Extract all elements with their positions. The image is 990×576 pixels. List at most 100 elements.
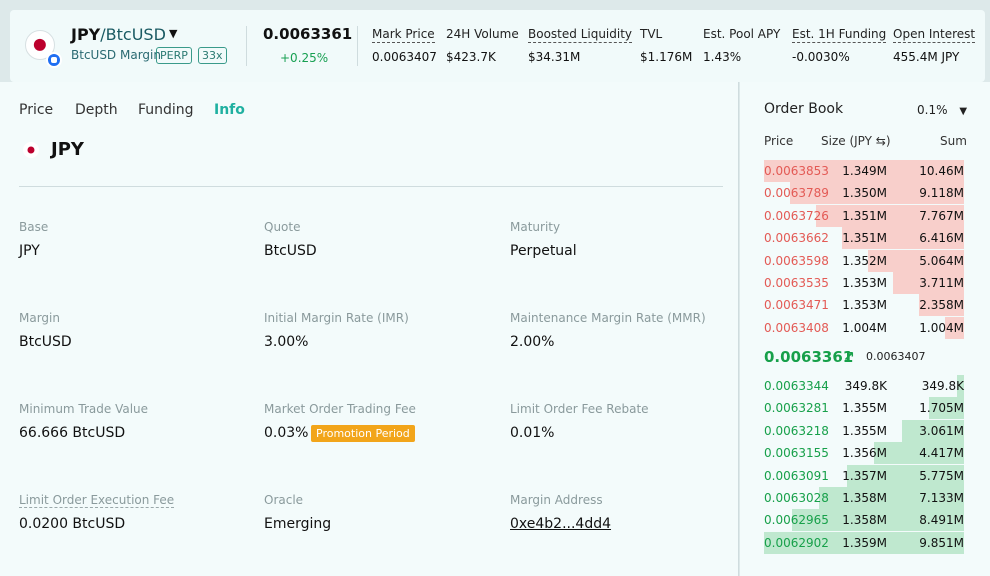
ask-row[interactable]: 0.0063726 1.351M 7.767M [764,204,964,227]
chevron-down-icon: ▼ [959,106,968,117]
mark-price-value: 0.0063407 [372,50,437,64]
order-sum: 7.133M [919,491,964,505]
bid-row[interactable]: 0.0063155 1.356M 4.417M [764,442,964,465]
tab-price[interactable]: Price [19,102,53,118]
ask-row[interactable]: 0.0063598 1.352M 5.064M [764,249,964,272]
order-size: 1.358M [842,513,887,528]
mark-price-label[interactable]: Mark Price [372,27,435,43]
chevron-down-icon[interactable]: ▼ [169,27,177,40]
rebate-label: Limit Order Fee Rebate [510,402,649,416]
order-price: 0.0063471 [764,298,829,313]
volume-value: $423.7K [446,50,496,64]
order-sum: 9.118M [919,186,964,201]
last-price: 0.0063361 [263,25,353,43]
market-fee-label: Market Order Trading Fee [264,402,416,416]
execution-fee-label[interactable]: Limit Order Execution Fee [19,493,175,508]
order-size: 1.358M [842,491,887,505]
margin-address-label: Margin Address [510,493,603,507]
order-size: 1.350M [842,186,887,201]
order-price: 0.0063028 [764,491,829,505]
base-value: JPY [19,243,40,259]
order-book-title: Order Book [764,101,844,117]
bid-row[interactable]: 0.0062965 1.358M 8.491M [764,509,964,532]
order-price: 0.0063535 [764,276,829,290]
order-size: 1.355M [842,401,887,416]
oracle-label: Oracle [264,493,304,507]
col-sum: Sum [940,134,967,148]
order-price: 0.0063598 [764,253,829,268]
order-price: 0.0063344 [764,379,829,393]
order-price: 0.0063091 [764,468,829,483]
header-divider [357,26,358,66]
tab-depth[interactable]: Depth [75,102,118,118]
order-price: 0.0063155 [764,446,829,461]
quote-label: Quote [264,220,301,234]
min-trade-value: 66.666 BtcUSD [19,425,126,441]
order-sum: 2.358M [919,298,964,313]
market-pair-selector[interactable]: JPY/BtcUSD [71,25,166,44]
order-size: 349.8K [844,379,887,393]
bid-row[interactable]: 0.0063218 1.355M 3.061M [764,419,964,442]
bid-row[interactable]: 0.0063344 349.8K 349.8K [764,375,964,397]
margin-label: BtcUSD Margin [71,48,161,62]
order-price: 0.0063726 [764,208,829,223]
order-size: 1.359M [842,535,887,550]
bid-row[interactable]: 0.0063091 1.357M 5.775M [764,464,964,487]
tab-funding[interactable]: Funding [138,102,194,118]
open-interest-label[interactable]: Open Interest [893,27,976,43]
tvl-value: $1.176M [640,50,693,64]
order-book: Order Book 0.1% ▼ Price Size (JPY ⇆) Sum… [740,82,990,576]
header-divider [246,26,247,66]
bid-row[interactable]: 0.0062902 1.359M 9.851M [764,531,964,554]
ask-row[interactable]: 0.0063853 1.349M 10.46M [764,160,964,182]
bid-row[interactable]: 0.0063028 1.358M 7.133M [764,487,964,509]
ask-row[interactable]: 0.0063408 1.004M 1.004M [764,316,964,339]
order-price: 0.0063662 [764,231,829,246]
order-price: 0.0063789 [764,186,829,201]
order-size: 1.355M [842,423,887,438]
execution-fee-value: 0.0200 BtcUSD [19,516,126,532]
order-sum: 8.491M [919,513,964,528]
order-size: 1.004M [842,320,887,335]
col-size[interactable]: Size (JPY ⇆) [821,134,891,148]
mid-price: 0.0063361 [764,348,854,366]
arrow-up-right-icon: ↗ [843,349,855,365]
pool-apy-label: Est. Pool APY [703,27,781,41]
margin-address-link[interactable]: 0xe4b2...4dd4 [510,516,611,532]
jpy-flag-icon [23,142,39,158]
order-sum: 1.004M [919,320,964,335]
ask-row[interactable]: 0.0063662 1.351M 6.416M [764,227,964,250]
ask-row[interactable]: 0.0063535 1.353M 3.711M [764,272,964,294]
tab-info[interactable]: Info [214,102,245,118]
bid-row[interactable]: 0.0063281 1.355M 1.705M [764,397,964,420]
funding-label[interactable]: Est. 1H Funding [792,27,887,43]
market-header: JPY/BtcUSD ▼ BtcUSD Margin PERP 33x 0.00… [10,10,985,82]
open-interest-value: 455.4M JPY [893,50,960,64]
volume-label: 24H Volume [446,27,519,41]
order-price: 0.0063281 [764,401,829,416]
order-sum: 4.417M [919,446,964,461]
order-sum: 5.775M [919,468,964,483]
price-step-selector[interactable]: 0.1% ▼ [917,103,967,117]
order-size: 1.353M [842,298,887,313]
ask-row[interactable]: 0.0063471 1.353M 2.358M [764,294,964,317]
order-size: 1.349M [842,164,887,178]
order-size: 1.357M [842,468,887,483]
market-fee-value: 0.03% [264,425,309,441]
order-sum: 9.851M [919,535,964,550]
order-price: 0.0062902 [764,535,829,550]
order-price: 0.0063408 [764,320,829,335]
maturity-label: Maturity [510,220,561,234]
maturity-value: Perpetual [510,243,577,259]
order-size: 1.352M [842,253,887,268]
order-size: 1.356M [842,446,887,461]
order-price: 0.0062965 [764,513,829,528]
order-sum: 5.064M [919,253,964,268]
order-sum: 3.711M [919,276,964,290]
btcusd-coin-icon [46,52,62,68]
imr-label: Initial Margin Rate (IMR) [264,311,409,325]
boosted-liquidity-label[interactable]: Boosted Liquidity [528,27,633,43]
ask-row[interactable]: 0.0063789 1.350M 9.118M [764,182,964,205]
funding-value: -0.0030% [792,50,850,64]
order-sum: 349.8K [921,379,964,393]
